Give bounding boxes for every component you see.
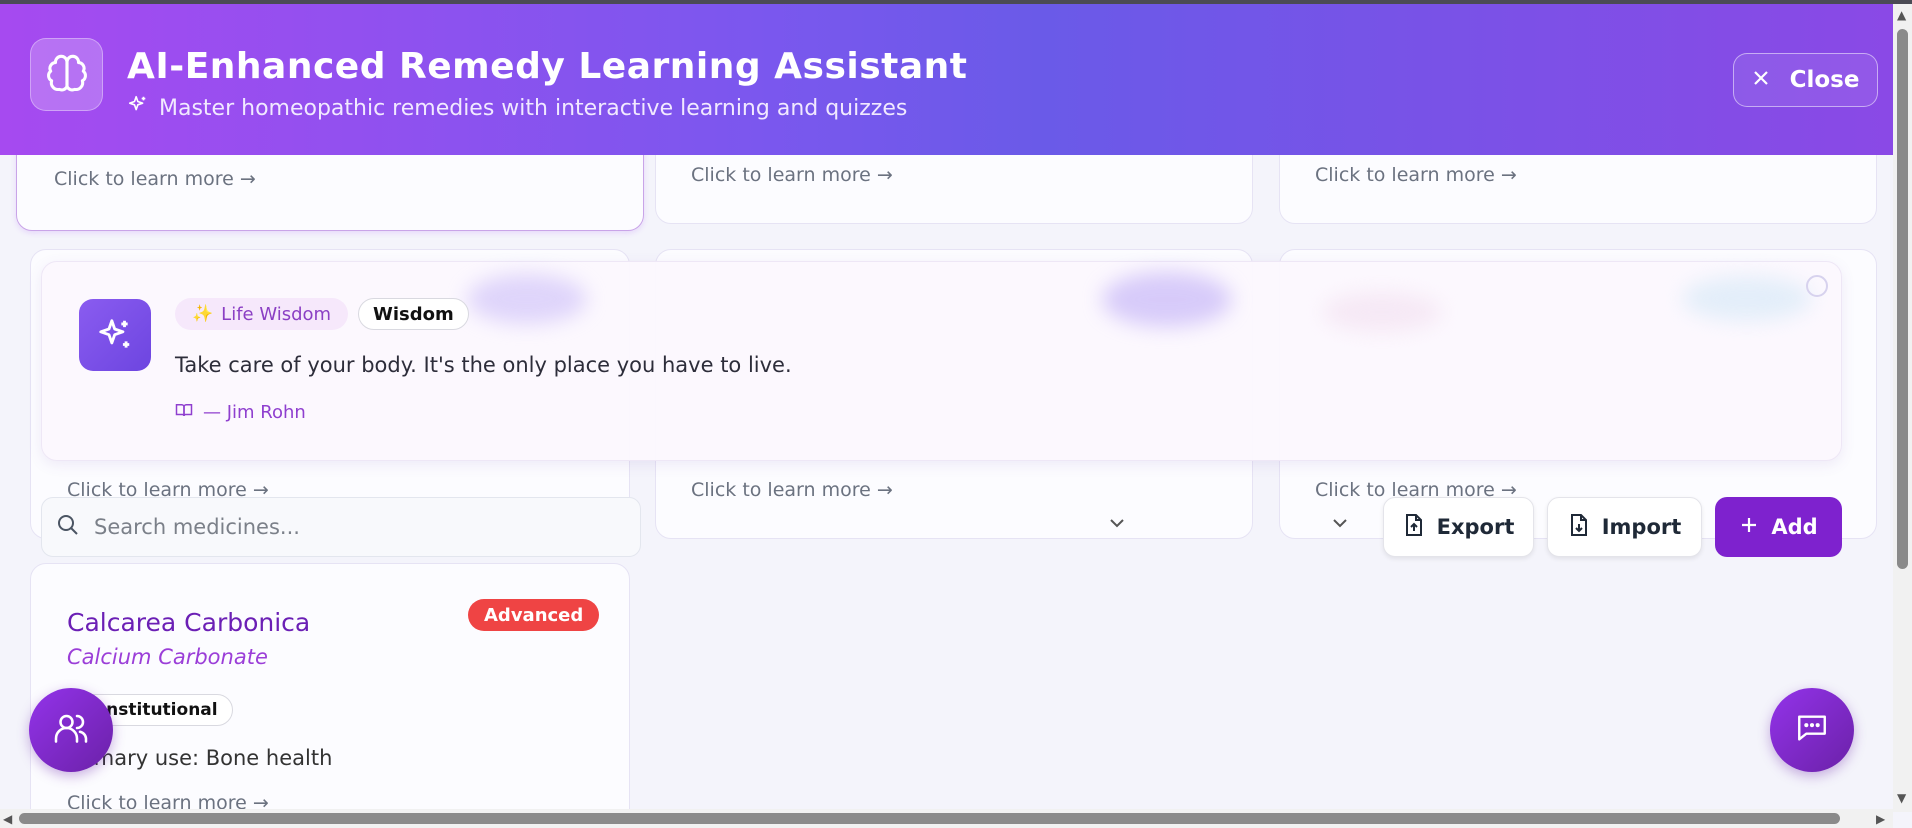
dismiss-icon[interactable] [1806,275,1828,297]
users-button[interactable] [29,688,113,772]
search-input[interactable] [94,515,614,539]
search-bar [41,497,641,557]
search-icon [56,513,80,541]
close-icon [1752,67,1770,93]
export-label: Export [1436,515,1515,539]
add-label: Add [1771,515,1818,539]
decorative-blur [1682,276,1812,321]
scroll-right-icon[interactable]: ▶ [1876,812,1885,826]
chevron-down-icon[interactable] [1332,513,1348,532]
decorative-blur [1102,272,1232,327]
app-header: AI-Enhanced Remedy Learning Assistant Ma… [0,4,1893,155]
learn-more-link[interactable]: Click to learn more → [54,168,256,190]
scroll-up-icon[interactable]: ▲ [1897,8,1906,22]
wisdom-author: — Jim Rohn [175,402,306,423]
subtitle-text: Master homeopathic remedies with interac… [159,95,908,121]
close-label: Close [1789,67,1860,93]
level-badge: Advanced [468,599,600,631]
tag-label: Life Wisdom [221,303,332,325]
chat-icon [1795,711,1829,749]
users-icon [53,710,89,750]
tag-wisdom: Wisdom [358,298,469,330]
sparkle-emoji-icon: ✨ [192,304,214,324]
sparkles-icon [127,94,149,122]
wisdom-banner: ✨ Life Wisdom Wisdom Take care of your b… [41,261,1842,461]
page-title: AI-Enhanced Remedy Learning Assistant [127,46,968,87]
book-icon [175,402,193,423]
medicine-card[interactable]: Calcarea Carbonica Calcium Carbonate Adv… [30,563,630,828]
export-button[interactable]: Export [1383,497,1534,557]
import-label: Import [1601,515,1682,539]
window-top-border [0,0,1912,4]
add-button[interactable]: Add [1715,497,1842,557]
tag-label: Wisdom [373,303,454,325]
file-download-icon [1568,513,1590,542]
file-upload-icon [1403,513,1425,542]
plus-icon [1739,515,1759,540]
decorative-blur [1322,292,1442,332]
decorative-blur [467,274,587,324]
learn-more-link[interactable]: Click to learn more → [691,164,893,186]
chevron-down-icon[interactable] [1109,513,1125,532]
author-name: — Jim Rohn [203,402,306,423]
tag-life-wisdom: ✨ Life Wisdom [175,298,349,330]
medicine-latin-name: Calcium Carbonate [67,645,268,669]
scroll-down-icon[interactable]: ▼ [1897,791,1906,805]
vertical-scrollbar[interactable]: ▲ ▼ [1893,4,1912,812]
learn-more-link[interactable]: Click to learn more → [691,479,893,501]
close-button[interactable]: Close [1733,53,1878,107]
wisdom-quote: Take care of your body. It's the only pl… [175,353,792,377]
horizontal-scroll-thumb[interactable] [19,813,1840,824]
learn-more-link[interactable]: Click to learn more → [1315,164,1517,186]
scroll-left-icon[interactable]: ◀ [3,812,12,826]
page-subtitle: Master homeopathic remedies with interac… [127,94,907,122]
medicine-name: Calcarea Carbonica [67,608,311,637]
vertical-scroll-thumb[interactable] [1897,29,1908,569]
brain-icon [30,38,103,111]
import-button[interactable]: Import [1547,497,1702,557]
chat-button[interactable] [1770,688,1854,772]
horizontal-scrollbar[interactable]: ◀ ▶ [0,809,1893,828]
sparkles-icon [79,299,151,371]
